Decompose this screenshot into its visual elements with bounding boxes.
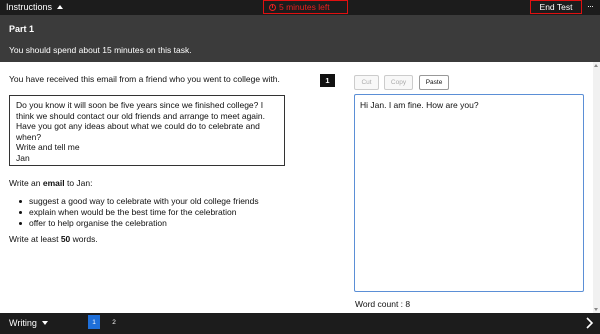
part-title: Part 1 (9, 24, 35, 34)
word-req-suffix: words. (70, 234, 98, 244)
task-suffix: to Jan: (64, 178, 93, 188)
prompt-intro: You have received this email from a frie… (9, 74, 280, 84)
part-description: You should spend about 15 minutes on thi… (9, 45, 192, 55)
next-arrow-icon[interactable] (584, 317, 594, 329)
email-line: when? (16, 131, 42, 142)
timer-indicator: 5 minutes left (263, 0, 348, 14)
timer-text: 5 minutes left (279, 2, 330, 12)
word-requirement: Write at least 50 words. (9, 234, 98, 244)
instructions-label: Instructions (6, 2, 53, 12)
task-instruction: Write an email to Jan: (9, 178, 93, 188)
more-options-icon[interactable]: ··· (587, 1, 594, 11)
page-scrollbar[interactable] (593, 62, 600, 313)
task-prefix: Write an (9, 178, 43, 188)
word-count: Word count : 8 (355, 299, 411, 309)
chevron-up-icon (57, 5, 64, 9)
word-req-number: 50 (60, 234, 71, 244)
answer-text: Hi Jan. I am fine. How are you? (360, 100, 479, 110)
part-header: Part 1 You should spend about 15 minutes… (0, 15, 600, 62)
end-test-button[interactable]: End Test (530, 0, 582, 14)
copy-button[interactable]: Copy (384, 75, 413, 90)
section-label: Writing (9, 318, 37, 328)
answer-textarea[interactable]: Hi Jan. I am fine. How are you? (354, 94, 584, 292)
list-item: explain when would be the best time for … (19, 207, 259, 218)
prompt-pane: You have received this email from a frie… (9, 74, 309, 244)
list-item: offer to help organise the celebration (19, 218, 259, 229)
cut-button[interactable]: Cut (354, 75, 379, 90)
top-bar: Instructions 5 minutes left End Test ··· (0, 0, 600, 15)
scroll-down-icon[interactable] (594, 308, 598, 311)
page-button-2[interactable]: 2 (108, 315, 120, 329)
email-line: Write and tell me (16, 142, 80, 153)
word-req-prefix: Write at least (9, 234, 61, 244)
task-bullet-list: suggest a good way to celebrate with you… (19, 196, 259, 229)
email-line: Jan (16, 152, 30, 163)
email-line: Have you got any ideas about what we cou… (16, 121, 260, 132)
email-box: Do you know it will soon be five years s… (9, 95, 285, 166)
email-line: think we should contact our old friends … (16, 110, 266, 121)
question-number-badge: 1 (320, 74, 335, 87)
list-item: suggest a good way to celebrate with you… (19, 196, 259, 207)
bottom-nav-bar: Writing 1 2 (0, 313, 600, 334)
paste-button[interactable]: Paste (419, 75, 449, 90)
clock-icon (269, 3, 276, 11)
instructions-toggle[interactable]: Instructions (6, 2, 64, 12)
section-selector[interactable]: Writing (9, 318, 48, 328)
scroll-up-icon[interactable] (594, 64, 598, 67)
chevron-down-icon (41, 321, 48, 325)
task-bold: email (42, 178, 65, 188)
page-button-1[interactable]: 1 (88, 315, 100, 329)
email-line: Do you know it will soon be five years s… (16, 100, 264, 110)
